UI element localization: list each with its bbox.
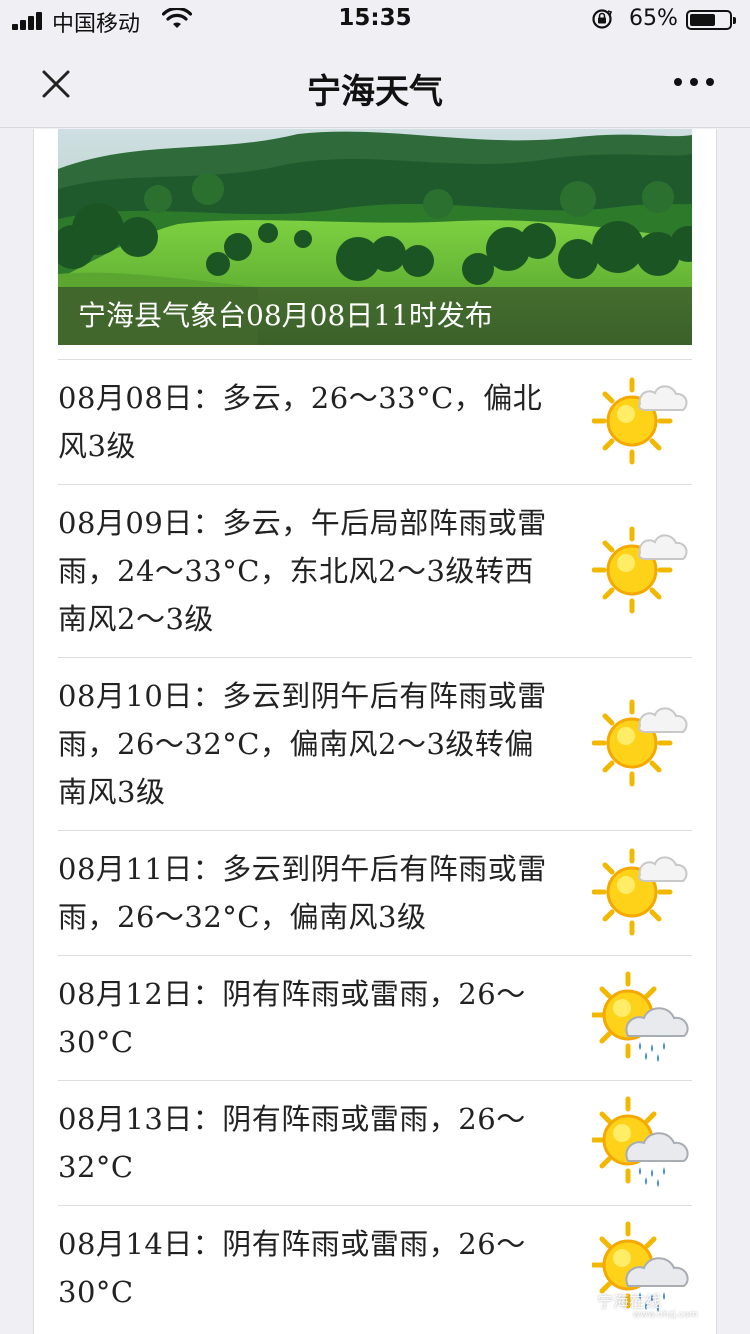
forecast-item: 08月08日：多云，26～33°C，偏北风3级 — [58, 359, 692, 484]
partly-cloudy-icon — [591, 523, 692, 619]
rotation-lock-icon — [592, 9, 613, 29]
banner-caption: 宁海县气象台08月08日11时发布 — [58, 287, 692, 345]
sun-rain-icon — [589, 970, 692, 1066]
article-content[interactable]: 宁海县气象台08月08日11时发布 08月08日：多云，26～33°C，偏北风3… — [33, 129, 717, 1334]
more-icon[interactable] — [674, 78, 714, 88]
forecast-text: 08月14日：阴有阵雨或雷雨，26～30°C — [58, 1227, 526, 1309]
forecast-text: 08月09日：多云，午后局部阵雨或雷雨，24～33°C，东北风2～3级转西南风2… — [58, 506, 547, 636]
banner-image: 宁海县气象台08月08日11时发布 — [58, 129, 692, 345]
sun-rain-icon — [589, 1095, 692, 1191]
forecast-item: 08月13日：阴有阵雨或雷雨，26～32°C — [58, 1080, 692, 1205]
page-title: 宁海天气 — [307, 72, 443, 112]
forecast-item: 08月09日：多云，午后局部阵雨或雷雨，24～33°C，东北风2～3级转西南风2… — [58, 484, 692, 657]
battery-icon — [686, 10, 736, 30]
battery-fill — [690, 14, 715, 26]
status-bar: 中国移动 15:35 65% — [0, 0, 750, 40]
forecast-text: 08月08日：多云，26～33°C，偏北风3级 — [58, 381, 543, 463]
forecast-list: 08月08日：多云，26～33°C，偏北风3级 08月09日：多云，午后局部阵雨或… — [58, 359, 692, 1330]
watermark: 宁海在线 www.nhzj.com — [597, 1288, 698, 1320]
forecast-item: 08月12日：阴有阵雨或雷雨，26～30°C — [58, 955, 692, 1080]
partly-cloudy-icon — [591, 696, 692, 792]
navigation-bar: 宁海天气 — [0, 40, 750, 128]
forecast-text: 08月11日：多云到阴午后有阵雨或雷雨，26～32°C，偏南风3级 — [58, 852, 547, 934]
partly-cloudy-icon — [591, 845, 692, 941]
battery-percent: 65% — [629, 6, 678, 31]
watermark-url: www.nhzj.com — [633, 1310, 698, 1320]
watermark-text: 宁海在线 — [597, 1292, 662, 1311]
forecast-text: 08月12日：阴有阵雨或雷雨，26～30°C — [58, 977, 526, 1059]
forecast-text: 08月10日：多云到阴午后有阵雨或雷雨，26～32°C，偏南风2～3级转偏南风3… — [58, 679, 547, 809]
forecast-text: 08月13日：阴有阵雨或雷雨，26～32°C — [58, 1102, 526, 1184]
partly-cloudy-icon — [591, 374, 692, 470]
forecast-item: 08月11日：多云到阴午后有阵雨或雷雨，26～32°C，偏南风3级 — [58, 830, 692, 955]
forecast-item: 08月10日：多云到阴午后有阵雨或雷雨，26～32°C，偏南风2～3级转偏南风3… — [58, 657, 692, 830]
